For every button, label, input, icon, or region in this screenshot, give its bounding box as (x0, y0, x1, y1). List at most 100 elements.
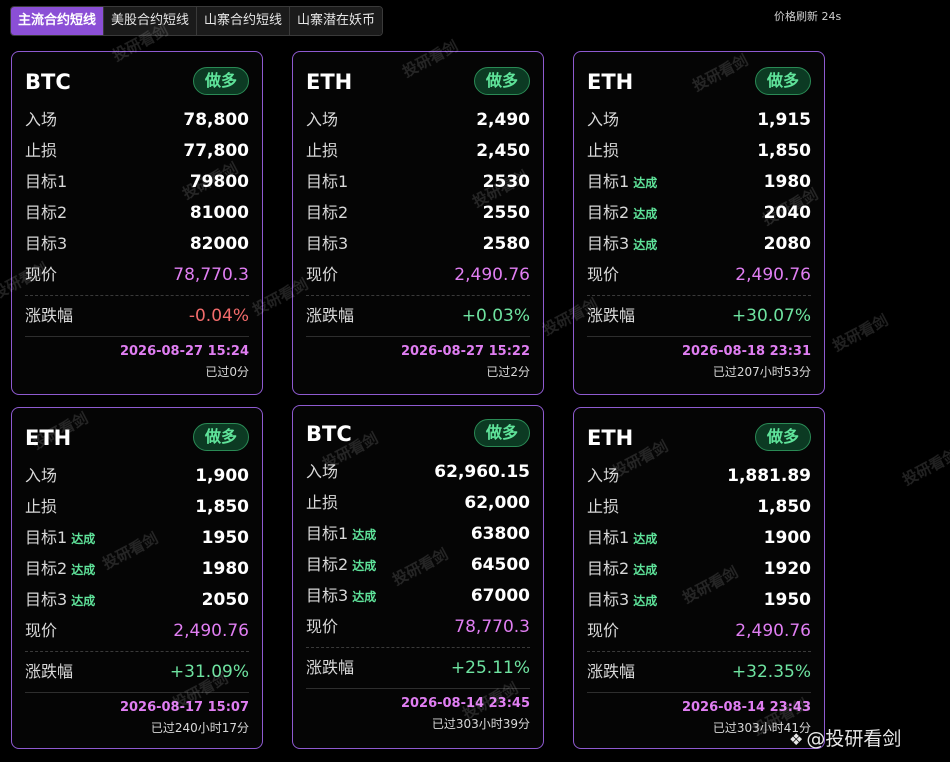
target-2-label: 目标2 (306, 203, 349, 222)
entry-row: 入场 1,915 (587, 108, 811, 132)
direction-badge: 做多 (474, 419, 530, 447)
reached-tag: 达成 (633, 532, 658, 546)
reached-tag: 达成 (352, 559, 377, 573)
change-label: 涨跌幅 (25, 662, 74, 681)
reached-tag: 达成 (633, 594, 658, 608)
target-3-value: 2580 (482, 234, 530, 254)
reached-tag: 达成 (352, 528, 377, 542)
current-price-value: 2,490.76 (735, 265, 811, 285)
elapsed-time: 已过207小时53分 (712, 365, 811, 379)
current-price-value: 2,490.76 (454, 265, 530, 285)
row-divider (306, 295, 530, 296)
direction-badge: 做多 (193, 67, 249, 95)
stop-loss-label: 止损 (25, 141, 58, 160)
symbol-label: ETH (306, 70, 353, 94)
current-price-value: 78,770.3 (454, 617, 530, 637)
reached-tag: 达成 (633, 207, 658, 221)
stop-loss-label: 止损 (306, 493, 339, 512)
stop-loss-row: 止损 2,450 (306, 139, 530, 163)
stop-loss-value: 1,850 (757, 141, 811, 161)
category-tabs: 主流合约短线 美股合约短线 山寨合约短线 山寨潜在妖币 (10, 6, 384, 36)
stop-loss-row: 止损 62,000 (306, 491, 530, 515)
target-2-label: 目标2 达成 (587, 203, 658, 222)
target-1-label: 目标1 达成 (587, 172, 658, 191)
change-row: 涨跌幅 -0.04% (25, 304, 249, 328)
signal-card: ETH 做多 入场 2,490 止损 2,450 目标1 2530 目标2 2550 目标3 2580… (292, 51, 544, 395)
reached-tag: 达成 (71, 594, 96, 608)
row-divider (587, 295, 811, 296)
entry-row: 入场 78,800 (25, 108, 249, 132)
current-price-row: 现价 2,490.76 (587, 619, 811, 643)
entry-label: 入场 (25, 466, 58, 485)
entry-value: 1,900 (195, 466, 249, 486)
target-2-label: 目标2 达成 (306, 555, 377, 574)
signal-time: 2026-08-27 15:22 (400, 344, 530, 359)
current-price-label: 现价 (306, 265, 339, 284)
target-2-row: 目标2 2550 (306, 201, 530, 225)
footer-divider (306, 336, 530, 337)
stop-loss-row: 止损 1,850 (587, 495, 811, 519)
target-3-label: 目标3 (25, 234, 68, 253)
reached-tag: 达成 (633, 563, 658, 577)
current-price-row: 现价 2,490.76 (587, 263, 811, 287)
entry-value: 2,490 (476, 110, 530, 130)
target-2-row: 目标2 达成 1980 (25, 557, 249, 581)
current-price-value: 78,770.3 (173, 265, 249, 285)
change-value: +0.03% (461, 306, 530, 326)
row-divider (306, 647, 530, 648)
stop-loss-value: 1,850 (195, 497, 249, 517)
entry-label: 入场 (306, 110, 339, 129)
stop-loss-row: 止损 77,800 (25, 139, 249, 163)
signal-time: 2026-08-27 15:24 (119, 344, 249, 359)
stop-loss-label: 止损 (306, 141, 339, 160)
signal-card: ETH 做多 入场 1,915 止损 1,850 目标1 达成 1980 目标2 达成 2040 目标3… (573, 51, 825, 395)
target-1-row: 目标1 达成 63800 (306, 522, 530, 546)
tab-potential-coins[interactable]: 山寨潜在妖币 (290, 7, 383, 35)
watermark: 投研看剑 (899, 444, 950, 489)
change-value: +30.07% (731, 306, 811, 326)
reached-tag: 达成 (633, 176, 658, 190)
reached-tag: 达成 (71, 563, 96, 577)
entry-value: 1,915 (757, 110, 811, 130)
target-3-value: 82000 (189, 234, 249, 254)
change-row: 涨跌幅 +32.35% (587, 660, 811, 684)
tab-mainstream[interactable]: 主流合约短线 (11, 7, 105, 35)
change-value: +25.11% (450, 658, 530, 678)
symbol-label: ETH (587, 70, 634, 94)
target-3-label: 目标3 达成 (25, 590, 96, 609)
current-price-row: 现价 2,490.76 (306, 263, 530, 287)
tab-altcoins[interactable]: 山寨合约短线 (197, 7, 291, 35)
change-label: 涨跌幅 (587, 662, 636, 681)
target-3-label: 目标3 达成 (306, 586, 377, 605)
stop-loss-label: 止损 (25, 497, 58, 516)
change-value: +32.35% (731, 662, 811, 682)
stop-loss-row: 止损 1,850 (587, 139, 811, 163)
brand-icon: ❖ (789, 730, 804, 749)
target-3-row: 目标3 达成 2050 (25, 588, 249, 612)
change-row: 涨跌幅 +25.11% (306, 656, 530, 680)
target-1-value: 1900 (763, 528, 811, 548)
stop-loss-value: 1,850 (757, 497, 811, 517)
elapsed-time: 已过0分 (205, 365, 249, 379)
target-3-row: 目标3 达成 67000 (306, 584, 530, 608)
target-1-row: 目标1 达成 1900 (587, 526, 811, 550)
footer-divider (25, 336, 249, 337)
target-2-row: 目标2 81000 (25, 201, 249, 225)
entry-value: 78,800 (183, 110, 249, 130)
target-2-value: 81000 (189, 203, 249, 223)
current-price-row: 现价 2,490.76 (25, 619, 249, 643)
brand-text: @投研看剑 (806, 728, 902, 750)
row-divider (587, 651, 811, 652)
current-price-label: 现价 (306, 617, 339, 636)
target-3-value: 2080 (763, 234, 811, 254)
change-label: 涨跌幅 (306, 658, 355, 677)
row-divider (25, 295, 249, 296)
target-1-row: 目标1 达成 1980 (587, 170, 811, 194)
reached-tag: 达成 (633, 238, 658, 252)
current-price-row: 现价 78,770.3 (25, 263, 249, 287)
target-1-label: 目标1 (25, 172, 68, 191)
reached-tag: 达成 (352, 590, 377, 604)
entry-row: 入场 2,490 (306, 108, 530, 132)
change-label: 涨跌幅 (306, 306, 355, 325)
current-price-label: 现价 (25, 621, 58, 640)
